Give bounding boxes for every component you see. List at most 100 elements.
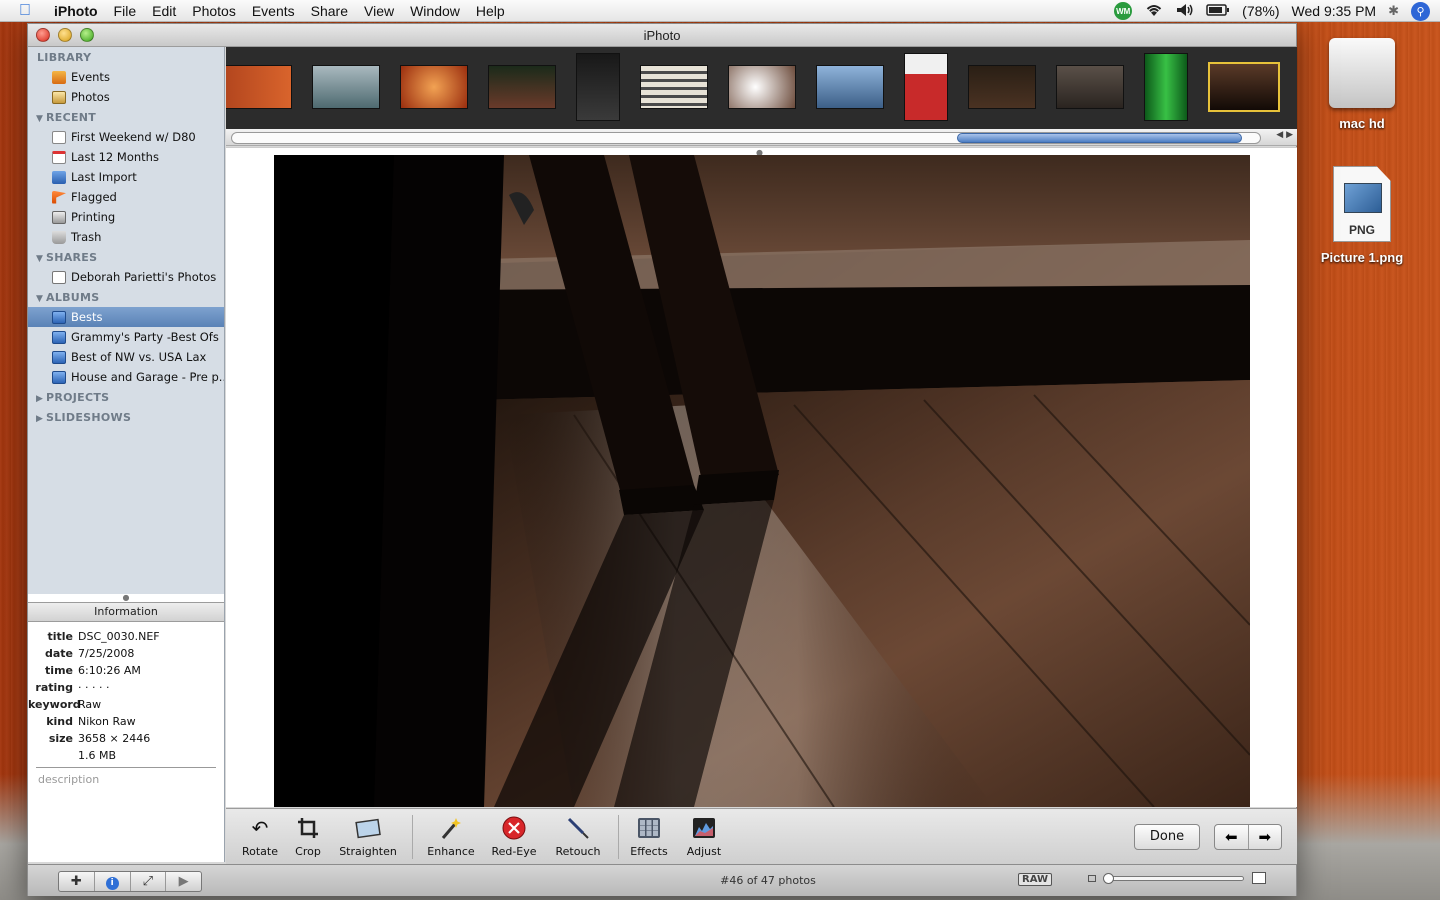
clock[interactable]: Wed 9:35 PM (1292, 3, 1377, 19)
info-value[interactable]: 7/25/2008 (78, 647, 134, 660)
menu-share[interactable]: Share (303, 3, 356, 19)
zoom-icon[interactable] (80, 28, 94, 42)
red-eye-button[interactable]: Red-Eye (488, 815, 540, 858)
spotlight-icon[interactable]: ⚲ (1411, 1, 1430, 21)
sidebar-item-shared-library[interactable]: Deborah Parietti's Photos (28, 267, 224, 287)
sidebar-item-last-12-months[interactable]: Last 12 Months (28, 147, 224, 167)
straighten-button[interactable]: Straighten (336, 815, 400, 858)
menu-edit[interactable]: Edit (144, 3, 184, 19)
sidebar-item-label: First Weekend w/ D80 (71, 130, 196, 144)
wm-status-icon[interactable]: WM (1114, 2, 1133, 20)
rotate-button[interactable]: ↶ Rotate (238, 815, 282, 858)
sidebar-item-photos[interactable]: Photos (28, 87, 224, 107)
menu-photos[interactable]: Photos (184, 3, 244, 19)
filmstrip-thumbnail[interactable] (226, 65, 292, 109)
main-photo[interactable] (274, 155, 1250, 807)
filmstrip-thumbnail[interactable] (1056, 65, 1124, 109)
info-button[interactable]: i (95, 872, 131, 891)
battery-percent[interactable]: (78%) (1242, 3, 1279, 19)
zoom-slider-thumb[interactable] (1103, 872, 1114, 884)
splitter-handle[interactable]: ● (28, 594, 224, 602)
zoom-out-icon[interactable] (1088, 874, 1096, 882)
sidebar-item-bests[interactable]: Bests (28, 307, 224, 327)
wifi-icon[interactable] (1144, 3, 1164, 20)
done-button[interactable]: Done (1134, 824, 1200, 850)
filmstrip[interactable] (226, 47, 1297, 129)
section-shares[interactable]: ▼ SHARES (28, 247, 224, 267)
menu-events[interactable]: Events (244, 3, 303, 19)
section-albums[interactable]: ▼ ALBUMS (28, 287, 224, 307)
filmstrip-thumbnail[interactable] (728, 65, 796, 109)
filmstrip-thumbnail[interactable] (576, 53, 620, 121)
menu-view[interactable]: View (356, 3, 402, 19)
info-value[interactable]: Raw (78, 698, 101, 711)
scroll-arrows[interactable]: ◀ ▶ (1276, 130, 1293, 140)
sidebar-item-first-weekend[interactable]: First Weekend w/ D80 (28, 127, 224, 147)
zoom-slider[interactable] (1103, 872, 1244, 884)
info-value[interactable]: 6:10:26 AM (78, 664, 141, 677)
filmstrip-thumbnail[interactable] (968, 65, 1036, 109)
info-value[interactable]: · · · · · (78, 681, 109, 694)
info-value[interactable]: 3658 × 2446 (78, 732, 150, 745)
disclosure-open-icon[interactable]: ▼ (36, 294, 46, 304)
info-value[interactable]: DSC_0030.NEF (78, 630, 160, 643)
bottom-bar: ✚ i ⤢ ▶ #46 of 47 photos RAW (28, 864, 1296, 896)
menu-window[interactable]: Window (402, 3, 468, 19)
minimize-icon[interactable] (58, 28, 72, 42)
filmstrip-thumbnail[interactable] (312, 65, 380, 109)
bluetooth-icon[interactable]: ✱ (1388, 3, 1399, 19)
crop-button[interactable]: Crop (290, 815, 326, 858)
filmstrip-thumbnail[interactable] (1144, 53, 1188, 121)
menu-file[interactable]: File (106, 3, 145, 19)
sidebar-item-trash[interactable]: Trash (28, 227, 224, 247)
sidebar-item-events[interactable]: Events (28, 67, 224, 87)
description-field[interactable]: description (28, 773, 224, 786)
sidebar-item-printing[interactable]: Printing (28, 207, 224, 227)
disclosure-open-icon[interactable]: ▼ (36, 254, 46, 264)
disclosure-closed-icon[interactable]: ▶ (36, 394, 46, 404)
section-recent[interactable]: ▼ RECENT (28, 107, 224, 127)
filmstrip-scrollbar[interactable]: ◀ ▶ (226, 129, 1297, 146)
event-icon (52, 130, 66, 144)
filmstrip-thumbnail[interactable] (640, 65, 708, 109)
filmstrip-thumbnail[interactable] (1208, 62, 1280, 112)
effects-button[interactable]: Effects (628, 815, 670, 858)
filmstrip-thumbnail[interactable] (816, 65, 884, 109)
disclosure-open-icon[interactable]: ▼ (36, 114, 46, 124)
filmstrip-thumbnail[interactable] (400, 65, 468, 109)
scroll-track[interactable] (231, 132, 1261, 144)
close-icon[interactable] (36, 28, 50, 42)
scroll-thumb[interactable] (957, 133, 1242, 143)
add-icon[interactable]: ✚ (59, 872, 95, 891)
play-slideshow-icon[interactable]: ▶ (166, 872, 201, 891)
next-photo-icon[interactable]: ➡ (1249, 825, 1282, 849)
titlebar[interactable]: iPhoto (28, 24, 1296, 47)
info-value[interactable]: 1.6 MB (78, 749, 116, 762)
battery-icon[interactable] (1206, 3, 1230, 19)
photo-viewer[interactable]: ● (226, 147, 1297, 807)
section-library[interactable]: LIBRARY (28, 47, 224, 67)
sidebar-item-best-of-nw[interactable]: Best of NW vs. USA Lax (28, 347, 224, 367)
zoom-in-icon[interactable] (1252, 872, 1266, 884)
fullscreen-icon[interactable]: ⤢ (131, 872, 167, 891)
info-value[interactable]: Nikon Raw (78, 715, 136, 728)
desktop-icon-picture-png[interactable]: PNG Picture 1.png (1312, 166, 1412, 265)
adjust-button[interactable]: Adjust (682, 815, 726, 858)
enhance-button[interactable]: Enhance (426, 815, 476, 858)
sidebar-item-grammys-party[interactable]: Grammy's Party -Best Ofs (28, 327, 224, 347)
section-projects[interactable]: ▶ PROJECTS (28, 387, 224, 407)
sidebar-item-house-and-garage[interactable]: House and Garage - Pre p... (28, 367, 224, 387)
section-slideshows[interactable]: ▶ SLIDESHOWS (28, 407, 224, 427)
sidebar-item-last-import[interactable]: Last Import (28, 167, 224, 187)
menu-help[interactable]: Help (468, 3, 513, 19)
filmstrip-thumbnail[interactable] (488, 65, 556, 109)
desktop-icon-mac-hd[interactable]: mac hd (1322, 38, 1402, 131)
disclosure-closed-icon[interactable]: ▶ (36, 414, 46, 424)
previous-photo-icon[interactable]: ⬅ (1215, 825, 1249, 849)
apple-menu-icon[interactable]:  (0, 2, 50, 20)
sidebar-item-flagged[interactable]: Flagged (28, 187, 224, 207)
filmstrip-thumbnail[interactable] (904, 53, 948, 121)
menu-app[interactable]: iPhoto (50, 3, 106, 19)
retouch-button[interactable]: Retouch (550, 815, 606, 858)
volume-icon[interactable] (1176, 3, 1194, 20)
